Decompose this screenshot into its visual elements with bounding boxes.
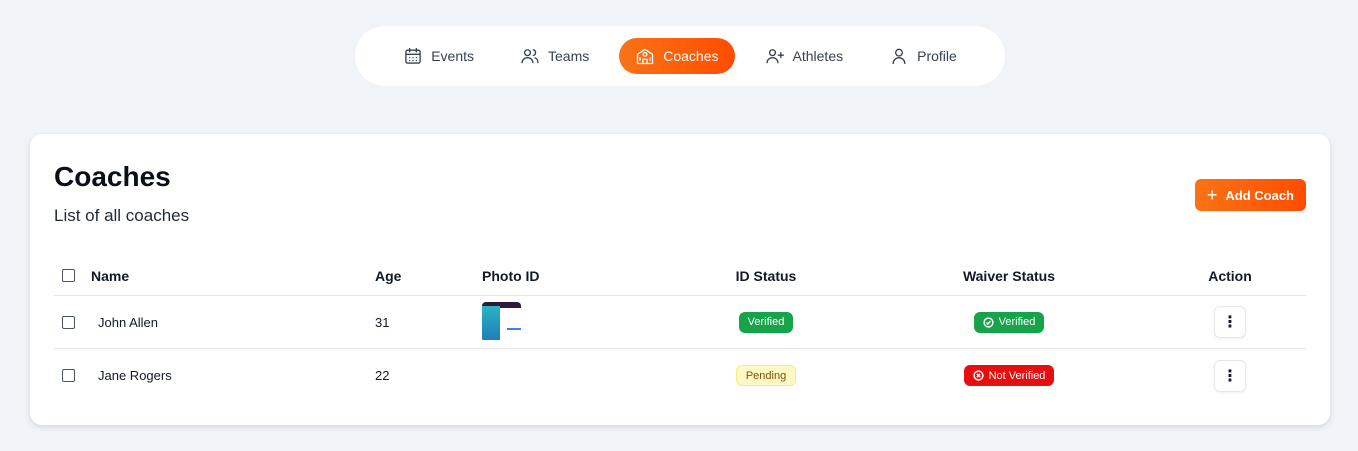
table-header: Name Age Photo ID ID Status Waiver Statu… — [54, 256, 1306, 296]
nav-label: Events — [431, 48, 475, 64]
coach-name: John Allen — [98, 314, 158, 330]
row-checkbox-cell — [62, 296, 75, 348]
action-cell: ⋮ — [1194, 349, 1266, 402]
column-header-age[interactable]: Age — [375, 256, 401, 295]
id-status-cell: Verified — [704, 296, 828, 348]
add-coach-button[interactable]: + Add Coach — [1194, 179, 1306, 211]
school-icon — [637, 48, 654, 65]
nav-label: Athletes — [792, 48, 844, 64]
more-actions-button[interactable]: ⋮ — [1214, 359, 1246, 392]
waiver-status-cell: Verified — [934, 296, 1084, 348]
nav-label: Teams — [548, 48, 590, 64]
row-checkbox[interactable] — [62, 369, 75, 382]
nav-label: Profile — [917, 48, 957, 64]
plus-icon: + — [1206, 185, 1218, 205]
action-cell: ⋮ — [1194, 296, 1266, 348]
user-icon — [892, 48, 906, 65]
column-header-photo-id: Photo ID — [482, 267, 540, 284]
waiver-status-label: Verified — [998, 316, 1036, 328]
more-actions-button[interactable]: ⋮ — [1214, 306, 1246, 338]
page-title: Coaches — [54, 161, 171, 192]
coaches-card: Coaches List of all coaches + Add Coach … — [30, 134, 1330, 425]
status-badge: Verified — [738, 311, 794, 333]
user-plus-icon — [765, 49, 784, 64]
top-nav: Events Teams Coaches Athletes Profile — [355, 26, 1005, 86]
nav-item-athletes[interactable]: Athletes — [749, 38, 860, 74]
column-header-action: Action — [1208, 267, 1252, 284]
row-checkbox-cell — [62, 349, 75, 402]
status-badge: Pending — [735, 365, 797, 386]
status-badge: Verified — [973, 311, 1045, 333]
add-coach-label: Add Coach — [1225, 187, 1294, 203]
row-checkbox[interactable] — [62, 315, 75, 329]
coach-age: 22 — [375, 368, 390, 383]
calendar-icon — [405, 47, 421, 64]
nav-item-teams[interactable]: Teams — [504, 38, 605, 74]
nav-item-coaches[interactable]: Coaches — [619, 38, 735, 74]
users-icon — [521, 49, 539, 64]
table-row: John Allen 31 Verified Verified ⋮ — [54, 296, 1306, 349]
coach-name: Jane Rogers — [98, 368, 172, 383]
table-row: Jane Rogers 22 Pending Not Verified ⋮ — [54, 349, 1306, 402]
select-all-checkbox[interactable] — [62, 269, 75, 282]
more-vertical-icon: ⋮ — [1222, 314, 1238, 331]
nav-item-profile[interactable]: Profile — [873, 38, 973, 74]
x-circle-icon — [972, 370, 984, 381]
photo-id-cell — [482, 296, 521, 348]
column-header-name[interactable]: Name — [91, 256, 129, 295]
coach-age: 31 — [375, 314, 390, 330]
waiver-status-cell: Not Verified — [934, 349, 1084, 402]
nav-label: Coaches — [663, 48, 719, 64]
page-subtitle: List of all coaches — [54, 206, 190, 225]
status-badge: Not Verified — [963, 365, 1055, 386]
photo-id-thumbnail[interactable] — [482, 302, 521, 342]
id-status-cell: Pending — [704, 349, 828, 402]
check-circle-icon — [983, 316, 994, 328]
nav-item-events[interactable]: Events — [387, 38, 490, 74]
column-header-id-status: ID Status — [735, 267, 797, 284]
coaches-table: Name Age Photo ID ID Status Waiver Statu… — [54, 256, 1306, 402]
waiver-status-label: Not Verified — [988, 369, 1046, 382]
more-vertical-icon: ⋮ — [1222, 367, 1238, 385]
select-all-cell — [62, 256, 75, 295]
column-header-waiver-status: Waiver Status — [962, 267, 1056, 284]
